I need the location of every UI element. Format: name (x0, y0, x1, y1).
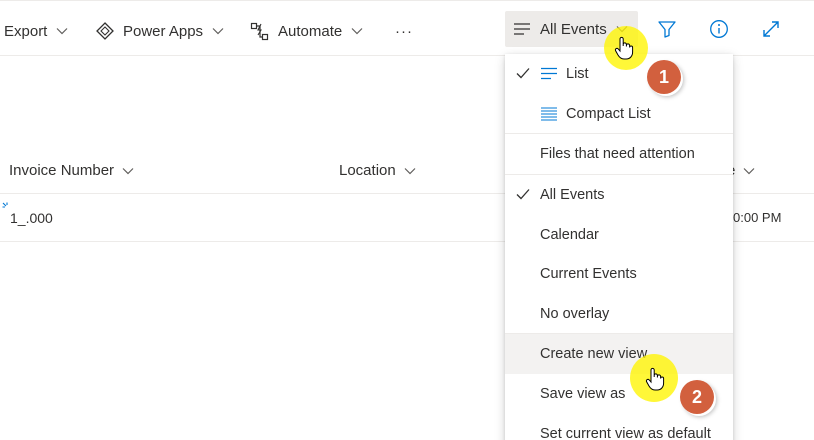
automate-label: Automate (278, 22, 343, 40)
menu-divider (505, 133, 733, 134)
view-lines-icon (514, 23, 530, 35)
checkmark-icon (516, 68, 530, 79)
view-switcher-label: All Events (540, 20, 607, 38)
power-apps-label: Power Apps (123, 22, 204, 40)
menu-item-no-overlay[interactable]: No overlay (505, 295, 733, 333)
chevron-down-icon (743, 167, 755, 174)
menu-item-label: List (566, 66, 589, 82)
filter-icon (658, 21, 676, 38)
menu-item-set-default-view[interactable]: Set current view as default (505, 415, 733, 440)
power-apps-button[interactable]: Power Apps (96, 13, 224, 49)
checkmark-icon (516, 189, 530, 200)
export-label: Export (4, 22, 48, 40)
menu-divider (505, 174, 733, 175)
hand-cursor-icon (645, 367, 665, 391)
chevron-down-icon (404, 167, 416, 174)
menu-item-files-need-attention[interactable]: Files that need attention (505, 135, 733, 173)
menu-item-label: Create new view (540, 346, 648, 362)
menu-item-all-events[interactable]: All Events (505, 176, 733, 214)
menu-item-calendar[interactable]: Calendar (505, 216, 733, 254)
info-icon (710, 20, 728, 38)
menu-item-label: Compact List (566, 106, 651, 122)
column-header-label: Invoice Number (9, 162, 115, 179)
menu-item-current-events[interactable]: Current Events (505, 255, 733, 293)
info-button[interactable] (708, 18, 730, 40)
compact-list-icon (541, 107, 557, 121)
chevron-down-icon (351, 28, 363, 35)
column-header-location[interactable]: Location (339, 162, 416, 179)
menu-item-create-new-view[interactable]: Create new view (505, 334, 733, 374)
chevron-down-icon (212, 28, 224, 35)
expand-button[interactable] (760, 18, 782, 40)
chevron-down-icon (122, 167, 134, 174)
chevron-down-icon (56, 28, 68, 35)
step-badge-1: 1 (647, 60, 681, 94)
automate-button[interactable]: Automate (250, 13, 363, 49)
command-bar: Export Power Apps Automate ··· All Event… (0, 0, 814, 56)
hand-cursor-icon (614, 36, 634, 60)
step-badge-2: 2 (680, 380, 714, 414)
menu-item-label: Current Events (540, 266, 637, 282)
automate-icon (250, 22, 269, 40)
filter-button[interactable] (656, 18, 678, 40)
menu-item-label: All Events (540, 187, 605, 203)
power-apps-icon (96, 22, 114, 40)
more-options-button[interactable]: ··· (395, 13, 413, 49)
expand-icon (763, 21, 779, 37)
time-cell: 0:00 PM (733, 210, 782, 225)
menu-item-compact-list[interactable]: Compact List (505, 95, 733, 133)
menu-item-label: Set current view as default (540, 426, 711, 440)
more-options-icon: ··· (395, 22, 413, 40)
menu-item-label: Files that need attention (540, 146, 695, 162)
menu-item-label: Calendar (540, 227, 599, 243)
column-header-label: Location (339, 162, 396, 179)
menu-item-label: Save view as (540, 386, 626, 402)
list-view-icon (541, 67, 557, 80)
export-button[interactable]: Export (4, 13, 68, 49)
invoice-number-cell: 1_.000 (10, 210, 53, 226)
column-header-invoice-number[interactable]: Invoice Number (9, 162, 134, 179)
menu-item-label: No overlay (540, 306, 610, 322)
